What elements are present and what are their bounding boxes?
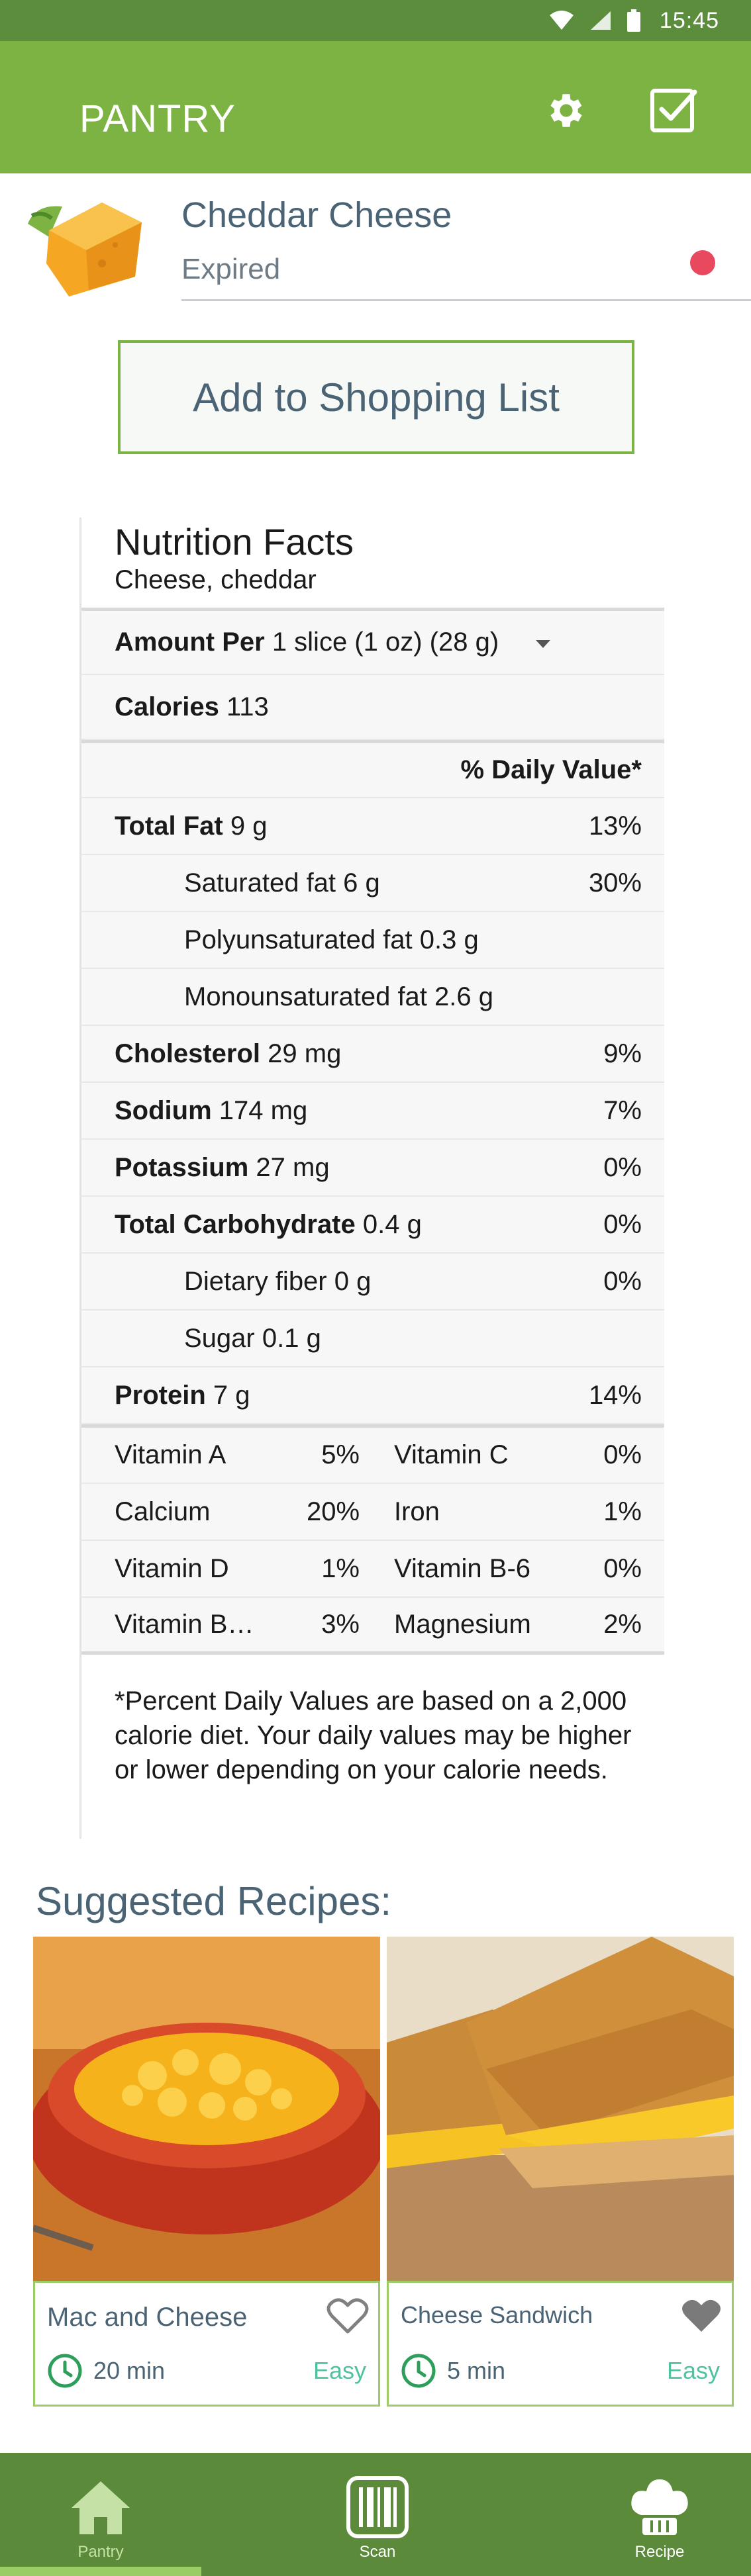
serving-size-value: 1 slice (1 oz) (28 g) — [272, 627, 499, 657]
recipe-time: 5 min — [447, 2357, 506, 2384]
signal-icon — [590, 11, 611, 30]
app-bar: PANTRY — [0, 41, 751, 173]
gear-icon — [550, 94, 582, 127]
vitamin-row: Vitamin B… 3% Magnesium 2% — [81, 1598, 664, 1655]
clock-icon — [401, 2354, 436, 2388]
nutrient-row-sodium: Sodium 174 mg 7% — [81, 1083, 664, 1140]
status-time: 15:45 — [659, 7, 719, 33]
recipe-time: 20 min — [93, 2357, 166, 2384]
heart-filled-icon[interactable] — [680, 2296, 723, 2336]
nutrient-row-total-fat: Total Fat 9 g 13% — [81, 798, 664, 855]
heart-outline-icon[interactable] — [326, 2296, 369, 2336]
cheddar-cheese-image — [23, 184, 148, 303]
nav-label-pantry: Pantry — [77, 2543, 124, 2561]
nutrient-row-sugar: Sugar 0.1 g — [81, 1311, 664, 1367]
amount-per-label: Amount Per — [115, 627, 265, 657]
nutrient-row-polyunsaturated-fat: Polyunsaturated fat 0.3 g — [81, 912, 664, 969]
daily-value-footnote: *Percent Daily Values are based on a 2,0… — [115, 1686, 632, 1784]
nav-label-scan: Scan — [359, 2543, 396, 2561]
calories-row: Calories 113 — [81, 675, 664, 740]
pantry-item-screen: 15:45 PANTRY Cheddar Cheese Expired Add … — [0, 0, 751, 2576]
clock-icon — [48, 2354, 82, 2388]
home-icon — [72, 2481, 130, 2534]
barcode-icon — [346, 2476, 409, 2538]
bottom-navigation: Pantry Scan Recipe — [0, 2453, 751, 2576]
status-bar: 15:45 — [0, 0, 751, 41]
recipe-card[interactable]: Mac and Cheese 20 min Easy — [33, 1937, 380, 2407]
nav-item-scan[interactable]: Scan — [311, 2453, 444, 2576]
expired-status-dot — [690, 250, 715, 275]
chef-hat-icon — [631, 2479, 688, 2535]
recipe-info: Cheese Sandwich 5 min Easy — [387, 2281, 734, 2407]
item-status: Expired — [181, 253, 281, 285]
mac-and-cheese-image — [33, 1937, 380, 2281]
dropdown-arrow-icon — [536, 640, 550, 648]
nutrient-row-monounsaturated-fat: Monounsaturated fat 2.6 g — [81, 969, 664, 1026]
vitamin-row: Calcium 20% Iron 1% — [81, 1484, 664, 1541]
recipe-name: Mac and Cheese — [47, 2303, 248, 2332]
recipe-info: Mac and Cheese 20 min Easy — [33, 2281, 380, 2407]
cheese-sandwich-image — [387, 1937, 734, 2281]
active-tab-indicator — [0, 2567, 201, 2576]
nav-item-pantry[interactable]: Pantry — [34, 2453, 167, 2576]
calories-value: 113 — [226, 692, 269, 721]
nutrient-row-cholesterol: Cholesterol 29 mg 9% — [81, 1026, 664, 1083]
vitamin-row: Vitamin A 5% Vitamin C 0% — [81, 1424, 664, 1484]
settings-button[interactable] — [536, 81, 596, 140]
nutrient-row-saturated-fat: Saturated fat 6 g 30% — [81, 855, 664, 912]
app-title: PANTRY — [79, 97, 236, 140]
nutrient-row-total-carbohydrate: Total Carbohydrate 0.4 g 0% — [81, 1197, 664, 1254]
item-divider — [181, 299, 751, 301]
calories-label: Calories — [115, 692, 219, 721]
nutrient-row-dietary-fiber: Dietary fiber 0 g 0% — [81, 1254, 664, 1311]
battery-icon — [626, 9, 640, 32]
wifi-icon — [549, 11, 574, 30]
select-mode-button[interactable] — [644, 81, 703, 140]
daily-value-header: % Daily Value* — [81, 740, 664, 798]
nutrition-title: Nutrition Facts — [115, 521, 354, 563]
daily-value-header-text: % Daily Value* — [460, 755, 642, 784]
nutrition-subtitle: Cheese, cheddar — [115, 565, 317, 594]
nutrition-facts-panel: Nutrition Facts Cheese, cheddar Amount P… — [79, 518, 664, 1839]
item-name: Cheddar Cheese — [181, 195, 452, 235]
nav-item-recipe[interactable]: Recipe — [593, 2453, 726, 2576]
vitamin-row: Vitamin D 1% Vitamin B-6 0% — [81, 1541, 664, 1598]
nav-label-recipe: Recipe — [634, 2543, 685, 2561]
recipe-difficulty: Easy — [666, 2357, 720, 2384]
checkbox-check-icon — [650, 89, 697, 132]
recipe-card[interactable]: Cheese Sandwich 5 min Easy — [387, 1937, 734, 2407]
nutrient-row-potassium: Potassium 27 mg 0% — [81, 1140, 664, 1197]
nutrient-row-protein: Protein 7 g 14% — [81, 1367, 664, 1424]
recipe-difficulty: Easy — [313, 2357, 366, 2384]
serving-size-row[interactable]: Amount Per 1 slice (1 oz) (28 g) — [81, 608, 664, 675]
add-to-shopping-list-button[interactable]: Add to Shopping List — [118, 340, 634, 454]
recipe-name: Cheese Sandwich — [401, 2301, 593, 2328]
suggested-recipes-heading: Suggested Recipes: — [36, 1879, 392, 1923]
